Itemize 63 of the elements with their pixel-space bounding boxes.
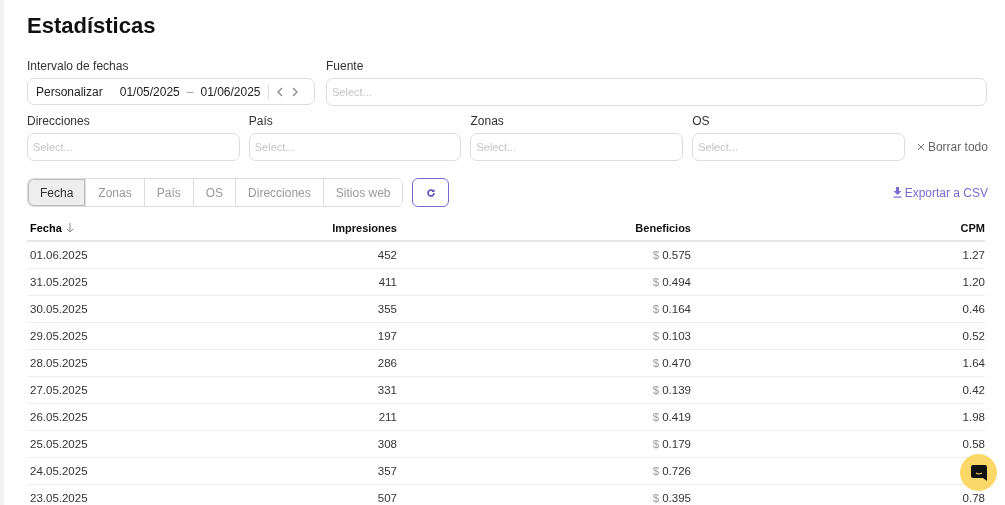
column-header[interactable]: Beneficios (635, 221, 691, 234)
end-date: 01/06/2025 (200, 84, 261, 99)
preset-label: Personalizar (36, 84, 103, 99)
table-cell: $ 0.139 (652, 384, 691, 396)
field-label: Zonas (470, 114, 505, 128)
group-tab[interactable]: Fecha (28, 179, 87, 206)
table-cell: 357 (377, 465, 397, 477)
table-cell: 31.05.2025 (30, 276, 88, 288)
select-field[interactable]: Select... (27, 133, 240, 161)
date-range-picker[interactable]: Personalizar 01/05/2025 – 01/06/2025 (27, 78, 315, 105)
field-label: OS (692, 114, 711, 128)
table-cell: 286 (377, 357, 397, 369)
table-cell: 308 (377, 438, 397, 450)
table-cell: $ 0.395 (652, 492, 691, 504)
table-cell: 30.05.2025 (30, 303, 88, 315)
table-cell: 411 (378, 276, 397, 288)
field-label: Fuente (326, 59, 365, 73)
select-field[interactable]: Select... (326, 78, 987, 106)
start-date: 01/05/2025 (119, 84, 180, 99)
table-cell: 25.05.2025 (30, 438, 88, 450)
clear-all-button[interactable]: Borrar todo (916, 133, 988, 161)
table-cell: 452 (377, 249, 397, 261)
table-cell: 0.46 (962, 303, 985, 315)
table-cell: 1.64 (962, 357, 985, 369)
table-cell: 0.52 (962, 330, 985, 342)
select-field[interactable]: Select... (248, 133, 462, 161)
table-cell: $ 0.470 (652, 357, 691, 369)
field-label: País (248, 114, 274, 128)
table-cell: 29.05.2025 (30, 330, 88, 342)
table-cell: 331 (377, 384, 397, 396)
table-cell: $ 0.575 (652, 249, 691, 261)
date-separator: – (186, 84, 194, 99)
table-cell: 0.78 (962, 492, 985, 504)
table-cell: 1.98 (962, 411, 985, 423)
table-cell: 27.05.2025 (30, 384, 88, 396)
table-cell: $ 0.103 (652, 330, 691, 342)
table-cell: 1.27 (962, 249, 985, 261)
field-label: Direcciones (27, 114, 91, 128)
table-cell: 28.05.2025 (30, 357, 88, 369)
column-header[interactable]: Fecha (30, 221, 62, 234)
table-cell: 0.42 (962, 384, 985, 396)
table-cell: $ 0.726 (652, 465, 691, 477)
table-cell: $ 0.419 (652, 411, 691, 423)
table-cell: 26.05.2025 (30, 411, 88, 423)
table-cell: 0.58 (962, 438, 985, 450)
column-header[interactable]: Impresiones (332, 221, 397, 234)
select-field[interactable]: Select... (692, 133, 905, 161)
table-cell: 507 (377, 492, 397, 504)
table-cell: 24.05.2025 (30, 465, 88, 477)
table-cell: $ 0.164 (652, 303, 691, 315)
select-field[interactable]: Select... (470, 133, 684, 161)
page-title: Estadísticas (27, 12, 157, 40)
table-cell: 01.06.2025 (30, 249, 88, 261)
table-cell: 1.20 (962, 276, 985, 288)
table-cell: 355 (377, 303, 397, 315)
table-cell: 23.05.2025 (30, 492, 88, 504)
export-csv-link[interactable]: Exportar a CSV (892, 185, 988, 200)
table-cell: $ 0.494 (652, 276, 691, 288)
table-cell: 211 (378, 411, 397, 423)
column-header[interactable]: CPM (960, 221, 985, 234)
table-cell: 197 (377, 330, 397, 342)
table-cell: $ 0.179 (652, 438, 691, 450)
field-label: Intervalo de fechas (27, 59, 130, 73)
